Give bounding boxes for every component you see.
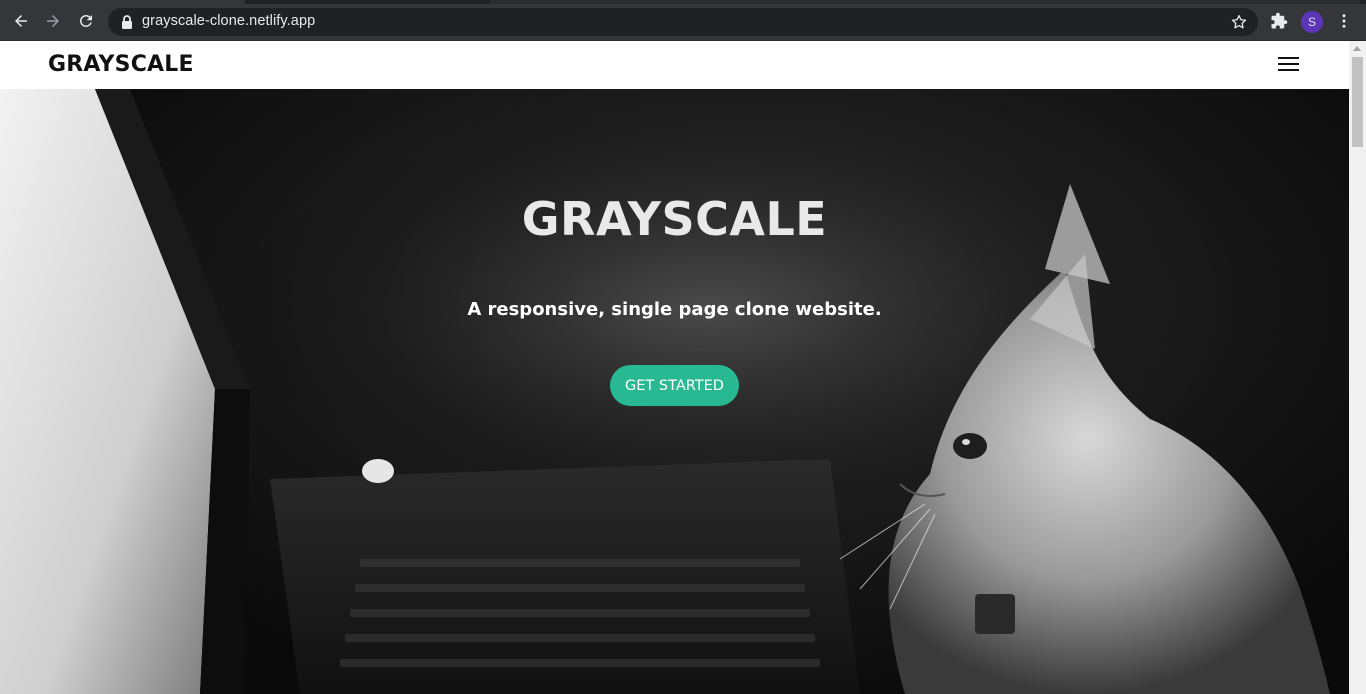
reload-icon	[79, 14, 92, 27]
tab-strip	[0, 0, 1366, 4]
reload-button[interactable]	[74, 9, 98, 33]
hero-section: GRAYSCALE A responsive, single page clon…	[0, 89, 1349, 694]
scroll-up-arrow-icon[interactable]	[1353, 46, 1361, 51]
get-started-button[interactable]: GET STARTED	[610, 365, 739, 406]
back-button[interactable]	[9, 9, 33, 33]
active-tab-edge[interactable]	[0, 0, 245, 4]
hamburger-icon[interactable]	[1278, 55, 1300, 73]
url-text[interactable]: grayscale-clone.netlify.app	[142, 13, 315, 29]
brand-logo[interactable]: GRAYSCALE	[48, 52, 194, 77]
arrow-left-icon	[15, 15, 27, 27]
profile-avatar[interactable]: S	[1301, 11, 1323, 33]
page-scrollbar[interactable]	[1349, 41, 1366, 694]
site-navbar: GRAYSCALE	[0, 41, 1349, 89]
browser-toolbar: grayscale-clone.netlify.app S	[0, 0, 1366, 41]
hero-title: GRAYSCALE	[521, 192, 828, 246]
arrow-right-icon	[47, 15, 59, 27]
kebab-menu-icon[interactable]	[1335, 12, 1353, 30]
address-bar[interactable]: grayscale-clone.netlify.app	[108, 8, 1258, 36]
scrollbar-thumb[interactable]	[1352, 57, 1363, 147]
puzzle-icon[interactable]	[1270, 12, 1288, 30]
star-icon[interactable]	[1230, 13, 1248, 31]
inactive-tab-edge[interactable]	[490, 0, 1360, 4]
hero-subtitle: A responsive, single page clone website.	[467, 299, 882, 320]
forward-button[interactable]	[41, 9, 65, 33]
lock-icon[interactable]	[120, 14, 134, 30]
